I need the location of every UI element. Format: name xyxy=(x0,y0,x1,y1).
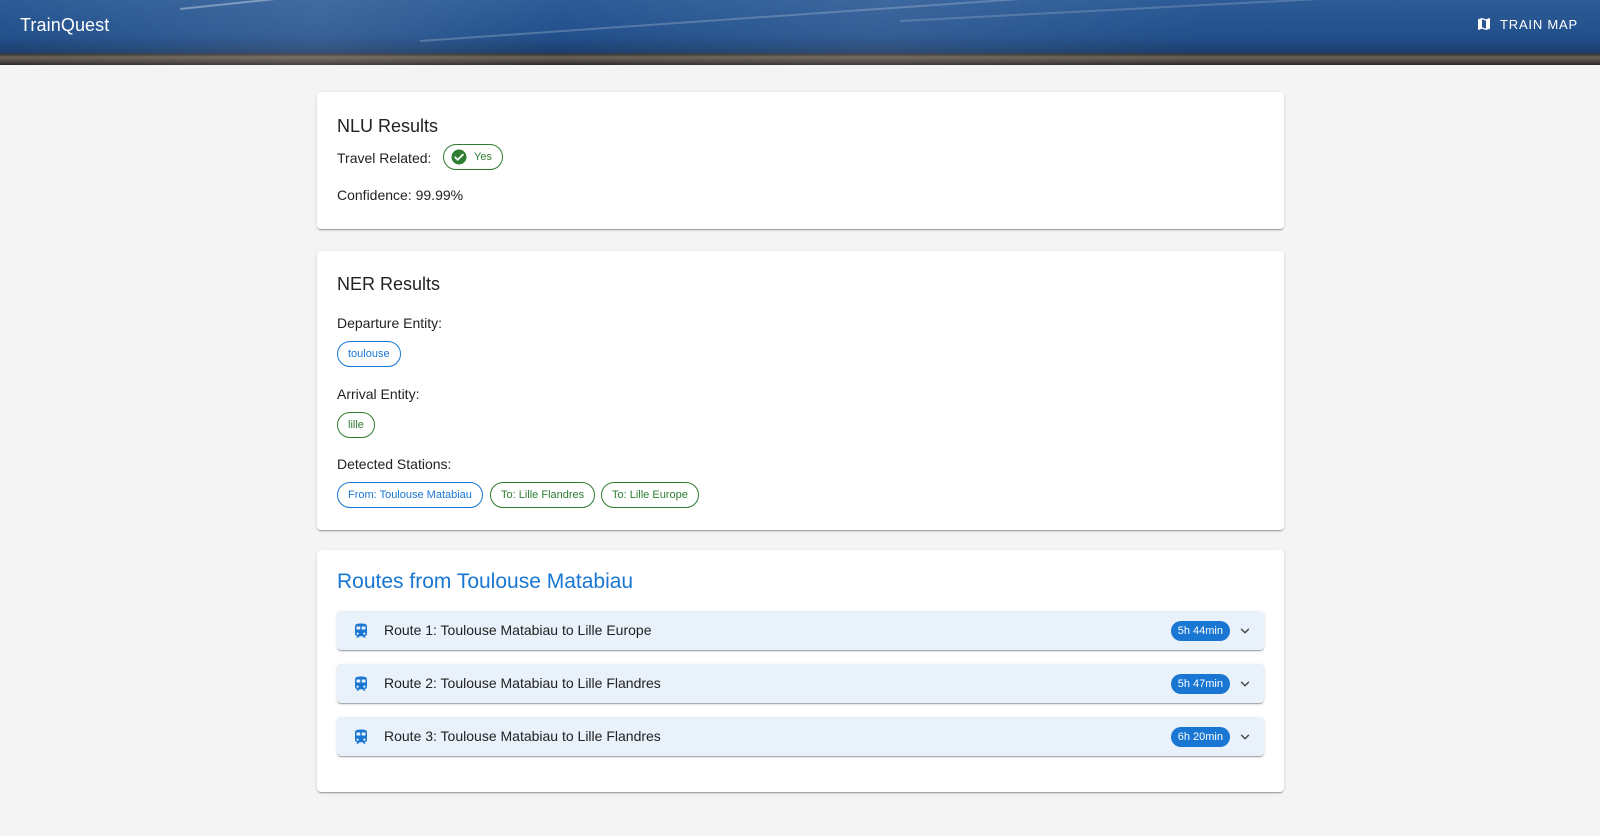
arrival-entity-chip: lille xyxy=(337,412,375,438)
station-chip-to: To: Lille Europe xyxy=(601,482,699,508)
routes-card: Routes from Toulouse Matabiau Route 1: T… xyxy=(317,550,1284,792)
arrival-entity-value: lille xyxy=(348,419,364,431)
train-map-label: TRAIN MAP xyxy=(1500,16,1578,32)
route-item[interactable]: Route 2: Toulouse Matabiau to Lille Flan… xyxy=(337,664,1264,703)
station-chip-label: From: Toulouse Matabiau xyxy=(348,489,472,501)
routes-title: Routes from Toulouse Matabiau xyxy=(337,570,634,593)
ner-title: NER Results xyxy=(337,274,441,294)
route-duration-badge: 6h 20min xyxy=(1170,727,1230,747)
route-item[interactable]: Route 3: Toulouse Matabiau to Lille Flan… xyxy=(337,717,1264,756)
train-icon xyxy=(355,729,367,744)
map-icon xyxy=(1478,18,1491,30)
check-circle-icon xyxy=(451,149,467,165)
arrival-entity-label: Arrival Entity: xyxy=(337,386,420,402)
route-label: Route 1: Toulouse Matabiau to Lille Euro… xyxy=(384,622,652,638)
train-icon xyxy=(355,676,367,691)
app-bar: TrainQuest TRAIN MAP xyxy=(0,0,1600,65)
travel-related-label: Travel Related: xyxy=(337,150,432,166)
chevron-down-icon[interactable] xyxy=(1238,624,1252,638)
departure-entity-value: toulouse xyxy=(348,348,390,360)
ner-card: NER Results Departure Entity: toulouse A… xyxy=(317,251,1284,530)
header-streak xyxy=(179,0,698,10)
train-icon xyxy=(355,623,367,638)
route-duration-badge: 5h 44min xyxy=(1170,621,1230,641)
station-chip-label: To: Lille Europe xyxy=(612,489,688,501)
detected-stations-label: Detected Stations: xyxy=(337,456,452,472)
station-chip-label: To: Lille Flandres xyxy=(501,489,585,501)
confidence-text: Confidence: 99.99% xyxy=(337,187,464,203)
travel-related-chip: Yes xyxy=(443,144,503,170)
chevron-down-icon[interactable] xyxy=(1238,677,1252,691)
nlu-card: NLU Results Travel Related: Yes Confiden… xyxy=(317,92,1284,229)
departure-entity-chip: toulouse xyxy=(337,341,401,367)
travel-related-value: Yes xyxy=(474,151,492,163)
departure-entity-label: Departure Entity: xyxy=(337,315,443,331)
route-label: Route 3: Toulouse Matabiau to Lille Flan… xyxy=(384,728,661,744)
route-item[interactable]: Route 1: Toulouse Matabiau to Lille Euro… xyxy=(337,611,1264,650)
nlu-title: NLU Results xyxy=(337,116,439,136)
chevron-down-icon[interactable] xyxy=(1238,730,1252,744)
station-chip-from: From: Toulouse Matabiau xyxy=(337,482,483,508)
train-map-button[interactable]: TRAIN MAP xyxy=(1476,16,1578,32)
route-duration-badge: 5h 47min xyxy=(1170,674,1230,694)
app-title: TrainQuest xyxy=(20,15,110,35)
header-streak xyxy=(419,0,1099,42)
station-chip-to: To: Lille Flandres xyxy=(490,482,596,508)
route-label: Route 2: Toulouse Matabiau to Lille Flan… xyxy=(384,675,661,691)
